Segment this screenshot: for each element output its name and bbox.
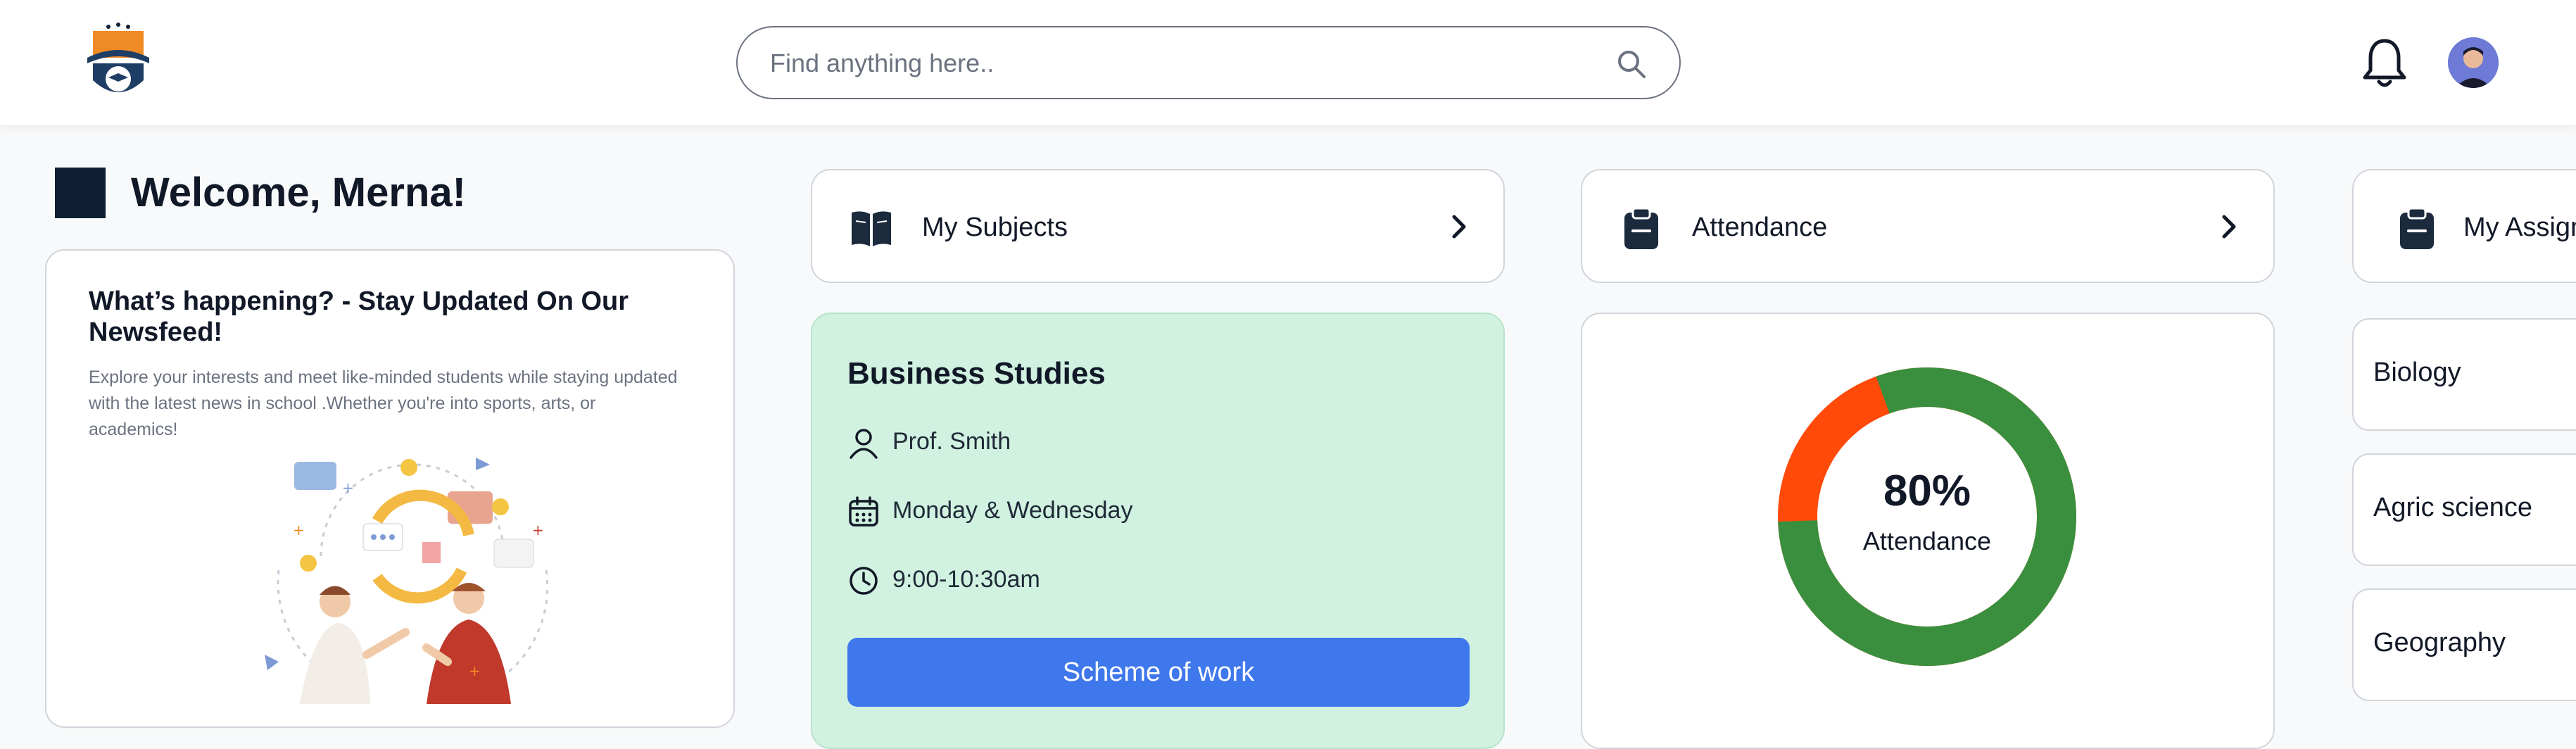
svg-text:+: +: [293, 522, 305, 539]
newsfeed-description: Explore your interests and meet like-min…: [89, 367, 678, 439]
subject-title: Business Studies: [847, 356, 1106, 391]
chevron-right-icon[interactable]: [1444, 211, 1472, 242]
school-crest-logo[interactable]: [83, 21, 153, 104]
open-book-icon: [852, 211, 891, 246]
subject-teacher: Prof. Smith: [892, 428, 1011, 455]
attendance-nav-label: Attendance: [1692, 213, 1828, 242]
calendar-icon: [849, 496, 878, 527]
my-subjects-card[interactable]: My Subjects: [811, 169, 1505, 283]
assignment-subject-label: Biology: [2373, 358, 2461, 387]
clipboard-icon: [1624, 207, 1658, 249]
attendance-percentage: 80%: [1883, 467, 1971, 515]
my-assignments-label: My Assign: [2463, 213, 2576, 242]
subject-time: 9:00-10:30am: [892, 566, 1040, 593]
attendance-donut-chart: [1778, 367, 2076, 666]
welcome-marker: [55, 168, 106, 218]
user-avatar[interactable]: [2448, 37, 2499, 88]
search-icon[interactable]: [1615, 47, 1648, 81]
assignment-subject-item[interactable]: Geography: [2352, 588, 2576, 701]
svg-text:+: +: [532, 522, 544, 539]
assignment-subject-label: Geography: [2373, 628, 2506, 657]
svg-text:+: +: [469, 662, 481, 679]
assignment-subject-item[interactable]: Agric science: [2352, 453, 2576, 566]
attendance-label: Attendance: [1862, 527, 1992, 555]
search-input[interactable]: [769, 44, 1602, 82]
top-navigation-bar: [0, 0, 2576, 125]
newsfeed-title: What’s happening? - Stay Updated On Our …: [89, 287, 629, 347]
chevron-right-icon[interactable]: [2214, 211, 2242, 242]
assignment-subject-item[interactable]: Biology: [2352, 318, 2576, 431]
assignment-subject-label: Agric science: [2373, 493, 2532, 522]
attendance-card: 80% Attendance: [1581, 313, 2275, 749]
subject-card[interactable]: Business Studies Prof. Smith Monday & We…: [811, 313, 1505, 749]
clock-icon: [850, 567, 878, 595]
welcome-heading: Welcome, Merna!: [131, 170, 466, 215]
scheme-of-work-button[interactable]: Scheme of work: [847, 638, 1470, 707]
svg-text:+: +: [342, 479, 354, 496]
my-assignments-card[interactable]: My Assign: [2352, 169, 2576, 283]
subject-days: Monday & Wednesday: [892, 497, 1133, 524]
attendance-nav-card[interactable]: Attendance: [1581, 169, 2275, 283]
global-search[interactable]: [736, 26, 1681, 99]
person-icon: [850, 429, 878, 459]
attendance-present-arc: [1778, 367, 2076, 666]
clipboard-icon: [2400, 207, 2434, 249]
newsfeed-illustration: + + + +: [265, 458, 549, 704]
newsfeed-card[interactable]: What’s happening? - Stay Updated On Our …: [45, 249, 735, 728]
my-subjects-label: My Subjects: [922, 213, 1068, 242]
notification-bell-icon[interactable]: [2362, 37, 2407, 90]
